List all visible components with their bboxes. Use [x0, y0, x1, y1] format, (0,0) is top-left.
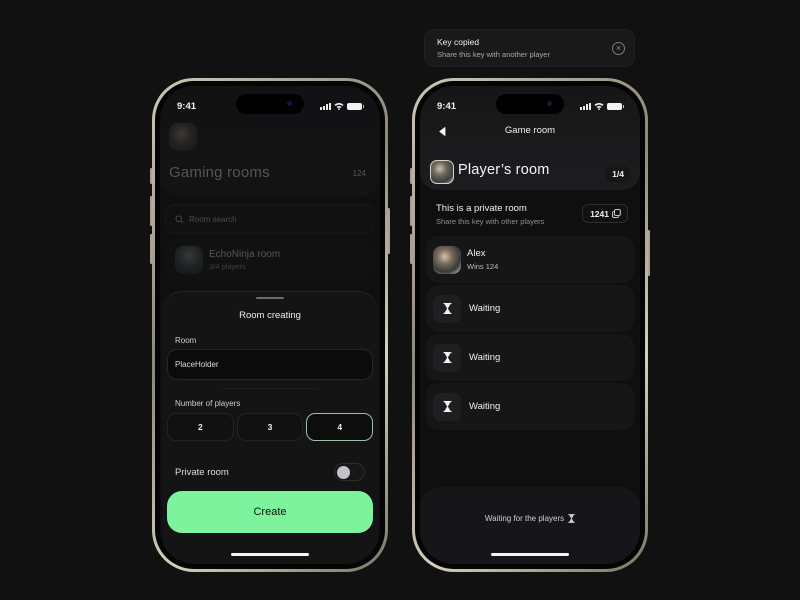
user-avatar[interactable]: [169, 123, 197, 151]
status-time: 9:41: [177, 100, 197, 112]
hourglass-icon: [433, 343, 461, 372]
dynamic-island: [236, 94, 304, 114]
player-slot-waiting: Waiting: [426, 383, 634, 430]
phone-game-room: 9:41 Game room Player’s room 1/4 This is…: [412, 78, 648, 572]
private-room-row: Private room: [175, 463, 365, 481]
copy-icon: [612, 209, 621, 218]
player-slot-waiting: Waiting: [426, 285, 634, 332]
key-copied-toast: Key copied Share this key with another p…: [424, 29, 635, 67]
players-count-selector: 2 3 4: [167, 413, 374, 441]
room-player-count: 1/4: [606, 166, 630, 182]
sheet-title: Room creating: [239, 310, 301, 321]
battery-icon: [347, 102, 364, 110]
players-option-3[interactable]: 3: [236, 413, 304, 441]
home-indicator: [231, 553, 309, 556]
room-search-placeholder: Room search: [189, 214, 237, 224]
divider: [222, 388, 318, 389]
waiting-label: Waiting: [469, 303, 501, 314]
private-room-title: This is a private room: [436, 203, 527, 214]
search-icon: [175, 214, 184, 223]
player-slot-waiting: Waiting: [426, 334, 634, 381]
player-avatar: [433, 245, 461, 274]
create-button[interactable]: Create: [167, 491, 373, 533]
rooms-count: 124: [352, 169, 366, 178]
toast-message: Share this key with another player: [437, 50, 550, 59]
nav-title: Game room: [504, 125, 556, 136]
players-option-4[interactable]: 4: [306, 413, 374, 441]
room-avatar: [175, 246, 203, 274]
private-room-toggle[interactable]: [334, 463, 365, 481]
battery-icon: [607, 102, 624, 110]
screen-room-creating: Gaming rooms 124 Room search EchoNinja r…: [160, 86, 380, 564]
copy-key-button[interactable]: 1241: [582, 204, 628, 223]
signal-icon: [580, 102, 591, 110]
signal-icon: [320, 102, 331, 110]
room-field-label: Room: [175, 336, 197, 345]
toggle-knob: [337, 466, 350, 479]
wifi-icon: [334, 102, 344, 110]
room-name: EchoNinja room: [209, 249, 281, 260]
players-option-2[interactable]: 2: [167, 413, 234, 441]
room-creating-sheet: Room creating Room PlaceHolder Number of…: [162, 291, 378, 564]
room-search-input[interactable]: Room search: [165, 204, 375, 234]
wifi-icon: [594, 102, 604, 110]
phone-room-creating: Gaming rooms 124 Room search EchoNinja r…: [152, 78, 388, 572]
hourglass-icon: [568, 514, 575, 523]
player-wins: Wins 124: [467, 262, 499, 271]
players-field-label: Number of players: [175, 399, 241, 408]
waiting-label: Waiting: [469, 352, 501, 363]
private-room-subtitle: Share this key with other players: [436, 217, 545, 226]
screen-game-room: 9:41 Game room Player’s room 1/4 This is…: [420, 86, 640, 564]
footer-waiting-text: Waiting for the players: [484, 514, 565, 523]
hourglass-icon: [433, 294, 461, 323]
dynamic-island: [496, 94, 564, 114]
player-name: Alex: [467, 248, 486, 259]
private-room-label: Private room: [175, 466, 229, 478]
player-slot: Alex Wins 124: [426, 236, 634, 283]
sheet-drag-handle[interactable]: [256, 297, 284, 299]
room-key: 1241: [590, 208, 609, 219]
room-avatar: [430, 160, 454, 184]
room-title: Player’s room: [458, 162, 550, 178]
close-icon[interactable]: ×: [612, 42, 625, 55]
room-name-input[interactable]: PlaceHolder: [167, 349, 373, 380]
gaming-rooms-title: Gaming rooms: [169, 164, 270, 181]
home-indicator: [491, 553, 569, 556]
room-name-value: PlaceHolder: [175, 360, 219, 369]
hourglass-icon: [433, 392, 461, 421]
toast-title: Key copied: [437, 37, 480, 47]
room-list-item[interactable]: EchoNinja room 3/4 players: [165, 238, 375, 282]
waiting-label: Waiting: [469, 401, 501, 412]
status-time: 9:41: [437, 100, 457, 112]
room-players: 3/4 players: [209, 262, 246, 271]
